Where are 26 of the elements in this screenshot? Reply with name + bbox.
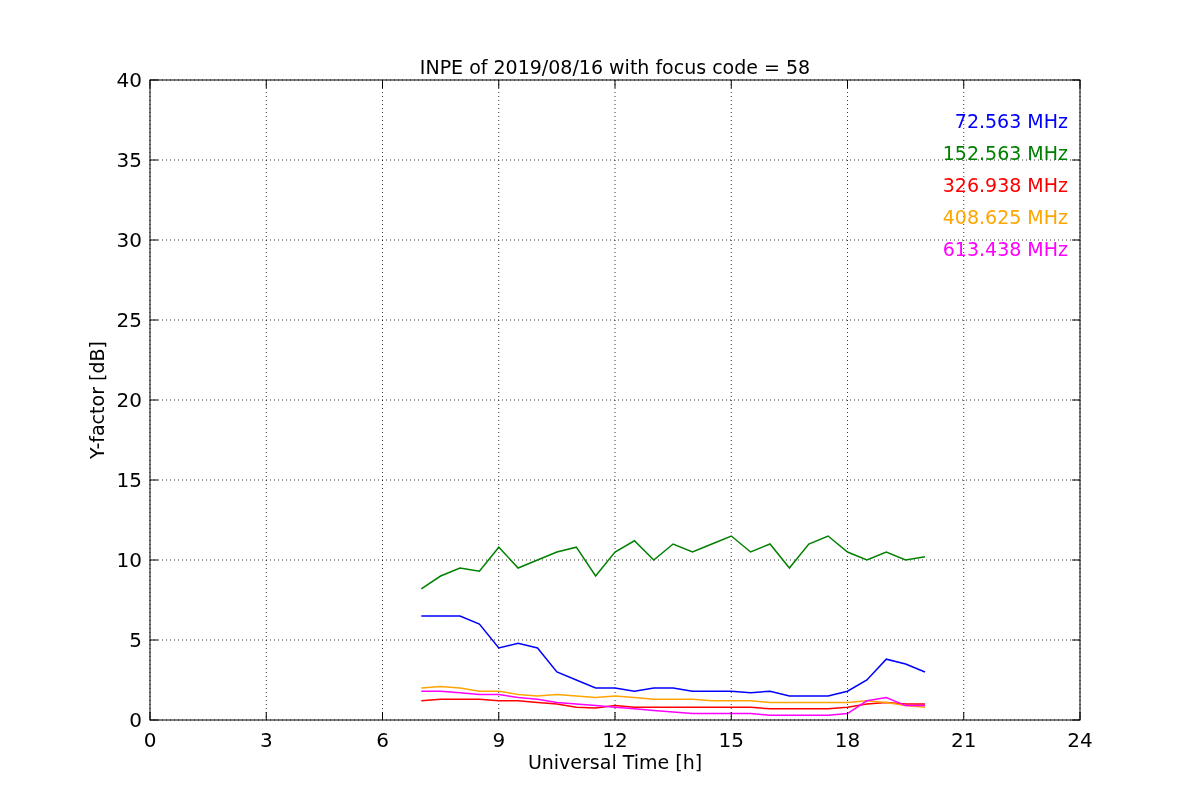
x-tick-label: 0 [143, 728, 157, 752]
legend-label: 408.625 MHz [942, 206, 1068, 228]
x-tick-label: 24 [1067, 728, 1093, 752]
y-tick-label: 40 [116, 68, 142, 92]
legend-label: 613.438 MHz [942, 238, 1068, 260]
y-tick-label: 10 [116, 548, 142, 572]
chart-title: INPE of 2019/08/16 with focus code = 58 [419, 56, 811, 78]
x-tick-label: 21 [951, 728, 977, 752]
x-tick-label: 12 [602, 728, 628, 752]
y-tick-label: 30 [116, 228, 142, 252]
x-tick-label: 3 [259, 728, 273, 752]
y-tick-label: 15 [116, 468, 142, 492]
x-axis-label: Universal Time [h] [527, 751, 703, 773]
legend-label: 72.563 MHz [954, 110, 1068, 132]
x-tick-label: 15 [718, 728, 744, 752]
x-tick-label: 9 [492, 728, 506, 752]
legend-label: 326.938 MHz [942, 174, 1068, 196]
y-tick-label: 0 [129, 708, 142, 732]
y-tick-label: 5 [129, 628, 142, 652]
y-axis-label: Y-factor [dB] [86, 341, 108, 459]
x-tick-label: 6 [376, 728, 389, 752]
legend-label: 152.563 MHz [942, 142, 1068, 164]
y-tick-label: 20 [116, 388, 142, 412]
x-tick-label: 18 [834, 728, 861, 752]
y-tick-label: 35 [116, 148, 142, 172]
y-tick-label: 25 [116, 308, 142, 332]
